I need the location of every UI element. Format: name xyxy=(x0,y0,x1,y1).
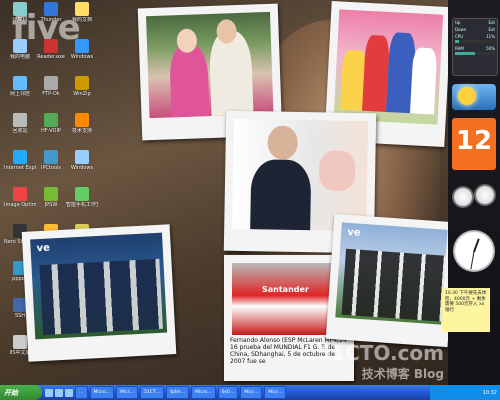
desktop-icon[interactable]: Image Optimizer xyxy=(4,187,36,208)
desktop-icon-label: IPCtools xyxy=(40,165,62,171)
clock-face-icon xyxy=(453,230,495,272)
desktop-icon-label: Windows xyxy=(70,54,94,60)
desktop-icon-label: Thunder xyxy=(40,17,62,23)
app-icon xyxy=(75,113,89,127)
desktop-icon-label: Image Optimizer xyxy=(4,202,36,208)
desktop-icon-label: WinZip xyxy=(73,91,91,97)
desktop-icon[interactable]: JPSW xyxy=(35,187,67,208)
meter-row: Up Ext xyxy=(455,20,495,25)
taskbar: 开始 … Micro… Micr… 51CT… fpfm… Micro… 6s0… Micr…… xyxy=(0,385,500,400)
app-icon xyxy=(13,2,27,16)
weather-gadget[interactable] xyxy=(452,84,496,110)
taskbar-button[interactable]: 51CT… xyxy=(140,386,165,399)
system-tray: 10:32 xyxy=(430,385,500,400)
quick-launch-icon[interactable] xyxy=(45,388,53,397)
desktop-icon[interactable]: 我的电脑 xyxy=(4,39,36,60)
taskbar-button[interactable]: Micr… xyxy=(116,386,139,399)
clock-minute-hand xyxy=(470,251,475,270)
desktop-icon-label: Internet Explorer xyxy=(4,165,36,171)
calendar-day: 12 xyxy=(455,126,493,156)
taskbar-button[interactable]: Micro… xyxy=(191,386,216,399)
photo-card-football[interactable]: ve xyxy=(325,213,457,348)
photo-card-team[interactable]: ve xyxy=(21,224,177,362)
app-icon xyxy=(44,113,58,127)
app-icon xyxy=(44,39,58,53)
clock-gadget[interactable] xyxy=(452,230,496,274)
desktop-icon-label: 智能手机工作室 xyxy=(66,202,98,208)
quick-launch xyxy=(45,388,73,397)
taskbar-button[interactable]: Micr… xyxy=(240,386,263,399)
desktop-icon[interactable]: Internet Explorer xyxy=(4,150,36,171)
app-icon xyxy=(13,150,27,164)
app-icon xyxy=(75,39,89,53)
desktop-icon-label: 技术支持 xyxy=(71,128,92,134)
desktop-icon[interactable]: 智能手机工作室 xyxy=(66,187,98,208)
desktop-icon[interactable]: HF-VOIP xyxy=(35,113,67,134)
meter-row: CPU 11% xyxy=(455,34,495,39)
app-icon xyxy=(44,2,58,16)
ram-bar xyxy=(455,52,495,55)
desktop-icon[interactable]: Windows xyxy=(66,150,98,171)
calendar-gadget[interactable]: 12 xyxy=(452,118,496,170)
desktop-icon[interactable]: 回收站 xyxy=(4,113,36,134)
app-icon xyxy=(44,76,58,90)
app-icon xyxy=(13,335,27,349)
desktop-icon-label: JPSW xyxy=(44,202,58,208)
meter-row: RAM 50% xyxy=(455,46,495,51)
desktop-icon[interactable]: IPCtools xyxy=(35,150,67,171)
desktop-icon-label: Windows xyxy=(70,165,94,171)
network-meter-gadget[interactable]: Up Ext Down Ext CPU 11% RAM 50% xyxy=(452,18,498,76)
desktop-icon[interactable]: 网上邻居 xyxy=(4,76,36,97)
app-icon xyxy=(13,39,27,53)
cpu-dial-icon xyxy=(452,186,474,208)
clock-hour-hand xyxy=(473,238,480,253)
app-icon xyxy=(75,76,89,90)
meter-row: Down Ext xyxy=(455,27,495,32)
app-icon xyxy=(13,187,27,201)
cpu-gauge-gadget[interactable] xyxy=(452,184,496,224)
desktop-icon[interactable]: FTP-Ok xyxy=(35,76,67,97)
app-icon xyxy=(13,113,27,127)
tray-clock[interactable]: 10:32 xyxy=(483,390,497,396)
taskbar-button[interactable]: Micro… xyxy=(89,386,115,399)
desktop-icon[interactable]: WinZip xyxy=(66,76,98,97)
quick-launch-icon[interactable] xyxy=(55,388,63,397)
desktop-icon[interactable]: 我的文档 xyxy=(66,2,98,23)
taskbar-button[interactable]: 6s0… xyxy=(217,386,239,399)
sun-icon xyxy=(458,87,476,105)
desktop-icon-label: 计算机 xyxy=(12,17,28,23)
app-icon xyxy=(75,2,89,16)
desktop-icon-label: HF-VOIP xyxy=(41,128,61,134)
desktop-icon-label: Reader.exe xyxy=(37,54,65,60)
desktop-icon[interactable]: Thunder xyxy=(35,2,67,23)
ram-dial-icon xyxy=(474,184,496,206)
desktop-icon-label: 我的电脑 xyxy=(9,54,30,60)
task-buttons: … Micro… Micr… 51CT… fpfm… Micro… 6s0… Micr… Mic… xyxy=(73,386,287,399)
desktop-icon-label: 回收站 xyxy=(12,128,28,134)
taskbar-button[interactable]: fpfm… xyxy=(166,386,190,399)
app-icon xyxy=(13,76,27,90)
cpu-bar xyxy=(455,40,495,43)
desktop-icon[interactable]: Windows xyxy=(66,39,98,60)
desktop-icon-label: 网上邻居 xyxy=(9,91,30,97)
desktop-icon-label: FTP-Ok xyxy=(42,91,60,97)
desktop-icon[interactable]: 技术支持 xyxy=(66,113,98,134)
taskbar-button[interactable]: Micr… xyxy=(264,386,287,399)
taskbar-button[interactable]: … xyxy=(75,386,88,399)
sticky-note-gadget[interactable]: 10.30 下午要先去体检，4000元 + 剩余需要 500元存入 xx银行 xyxy=(442,288,490,332)
desktop-icon[interactable]: 计算机 xyxy=(4,2,36,23)
app-icon xyxy=(75,187,89,201)
start-button[interactable]: 开始 xyxy=(0,385,42,400)
site-watermark: 51CTO.com 技术博客 Blog xyxy=(317,341,444,381)
desktop-icon-label: 我的文档 xyxy=(71,17,92,23)
app-icon xyxy=(44,187,58,201)
desktop-icon[interactable]: Reader.exe xyxy=(35,39,67,60)
app-icon xyxy=(75,150,89,164)
quick-launch-icon[interactable] xyxy=(65,388,73,397)
gadget-sidebar: Up Ext Down Ext CPU 11% RAM 50% 12 10.30 下午要… xyxy=(442,0,500,385)
app-icon xyxy=(44,150,58,164)
